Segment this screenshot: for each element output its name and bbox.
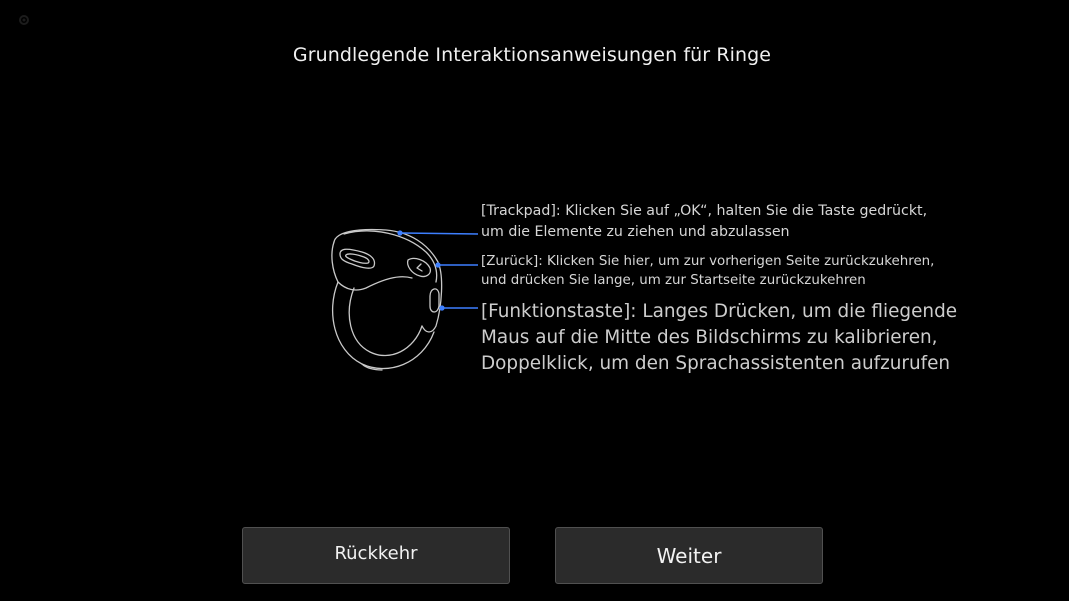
back-button[interactable]: Rückkehr	[242, 527, 510, 584]
instruction-back-line: und drücken Sie lange, um zur Startseite…	[481, 273, 866, 288]
instruction-trackpad-line: [Trackpad]: Klicken Sie auf „OK“, halten…	[481, 203, 928, 219]
instruction-function-key-line: [Funktionstaste]: Langes Drücken, um die…	[481, 301, 958, 322]
instruction-back-line: [Zurück]: Klicken Sie hier, um zur vorhe…	[481, 254, 935, 269]
settings-icon	[19, 15, 29, 25]
next-button[interactable]: Weiter	[555, 527, 823, 584]
instruction-function-key-line: Doppelklick, um den Sprachassistenten au…	[481, 353, 951, 374]
page-title: Grundlegende Interaktionsanweisungen für…	[292, 44, 772, 66]
smart-ring-icon	[331, 228, 479, 371]
instruction-function-key-line: Maus auf die Mitte des Bildschirms zu ka…	[481, 327, 938, 348]
instruction-function-key: [Funktionstaste]: Langes Drücken, um die…	[481, 299, 957, 377]
instruction-back: [Zurück]: Klicken Sie hier, um zur vorhe…	[481, 252, 934, 290]
instruction-trackpad-line: um die Elemente zu ziehen und abzulassen	[481, 224, 790, 240]
instruction-trackpad: [Trackpad]: Klicken Sie auf „OK“, halten…	[481, 201, 927, 243]
